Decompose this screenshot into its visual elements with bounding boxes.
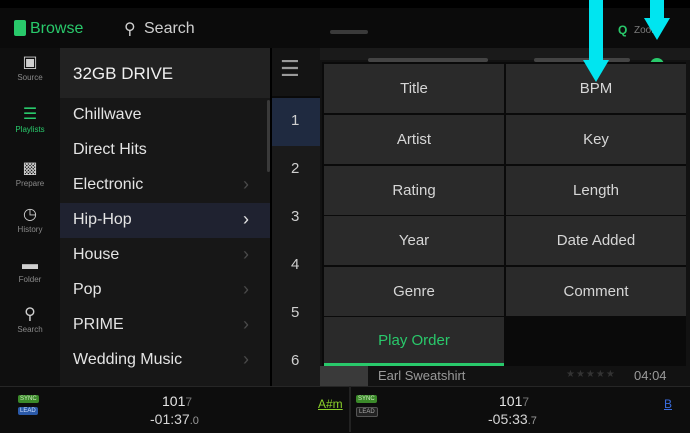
- track-row[interactable]: 5: [272, 290, 320, 340]
- playlist-item[interactable]: Electronic ›: [60, 168, 270, 203]
- callout-arrow-shaft: [650, 0, 664, 20]
- playlist-item[interactable]: House ›: [60, 238, 270, 273]
- lead-badge[interactable]: LEAD: [18, 407, 38, 415]
- right-deck-time: -05:33.7: [488, 411, 537, 427]
- playlist-scrollbar[interactable]: [267, 100, 270, 172]
- edit-list-icon[interactable]: ☰: [280, 56, 300, 82]
- right-deck-key: B: [664, 397, 673, 411]
- sort-option-comment[interactable]: Comment: [506, 267, 686, 316]
- sidebar-item-folder[interactable]: ▬ Folder: [0, 256, 60, 284]
- track-number-column: 1 2 3 4 5 6: [272, 48, 320, 388]
- sort-menu: Title BPM Artist Key Rating Length Year …: [322, 62, 686, 366]
- callout-arrow-shaft: [589, 0, 603, 62]
- track-artist: Earl Sweatshirt: [378, 368, 466, 383]
- search-button[interactable]: Search: [144, 20, 195, 38]
- deck-divider: [349, 386, 351, 432]
- playlist-item[interactable]: Direct Hits: [60, 133, 270, 168]
- track-duration: 04:04: [634, 368, 667, 383]
- browser-header: Browse ⚲ Search Q Zoom: [0, 8, 690, 48]
- playlist-icon: ☰: [22, 106, 38, 123]
- chevron-right-icon: ›: [243, 349, 249, 369]
- search-icon[interactable]: ⚲: [124, 19, 136, 39]
- history-clock-icon: ◷: [23, 206, 37, 223]
- chevron-right-icon: ›: [243, 244, 249, 264]
- browse-icon: [14, 20, 26, 36]
- chevron-right-icon: ›: [243, 174, 249, 194]
- prepare-icon: ▩: [22, 160, 38, 177]
- track-row[interactable]: 6: [272, 338, 320, 388]
- sort-option-date-added[interactable]: Date Added: [506, 216, 686, 265]
- search-icon: ⚲: [24, 306, 36, 323]
- sort-option-genre[interactable]: Genre: [324, 267, 504, 316]
- rating-stars-icon[interactable]: ★★★★★: [566, 369, 616, 380]
- playlist-item-selected[interactable]: Hip-Hop ›: [60, 203, 270, 238]
- track-row[interactable]: 2: [272, 146, 320, 196]
- callout-arrow-down-icon: [644, 18, 670, 40]
- drive-header[interactable]: 32GB DRIVE: [60, 48, 270, 98]
- playlist-item[interactable]: Wedding Music ›: [60, 343, 270, 378]
- deck-status-bar: SYNC LEAD 1017 -01:37.0 A#m SYNC LEAD 10…: [0, 386, 690, 433]
- album-art: [320, 366, 368, 386]
- sync-button[interactable]: SYNC: [18, 395, 39, 403]
- folder-icon: ▬: [22, 256, 38, 273]
- playlist-item[interactable]: Chillwave: [60, 98, 270, 133]
- right-deck-bpm: 1017: [499, 393, 530, 409]
- sidebar-item-history[interactable]: ◷ History: [0, 206, 60, 234]
- drive-label: 32GB DRIVE: [73, 64, 174, 83]
- sort-option-length[interactable]: Length: [506, 166, 686, 215]
- playlist-item[interactable]: Pop ›: [60, 273, 270, 308]
- drive-icon: ▣: [22, 54, 38, 71]
- sidebar-item-prepare[interactable]: ▩ Prepare: [0, 160, 60, 188]
- sort-option-title[interactable]: Title: [324, 64, 504, 113]
- sidebar-item-source[interactable]: ▣ Source: [0, 54, 60, 82]
- track-row[interactable]: 1: [272, 98, 320, 148]
- panel-grabber[interactable]: [330, 30, 368, 34]
- browse-tab[interactable]: Browse: [30, 20, 83, 38]
- sync-button[interactable]: SYNC: [356, 395, 377, 403]
- callout-arrow-down-icon: [583, 60, 609, 82]
- track-row[interactable]: 3: [272, 194, 320, 244]
- chevron-right-icon: ›: [243, 314, 249, 334]
- top-status-strip: [0, 0, 690, 8]
- chevron-right-icon: ›: [243, 279, 249, 299]
- left-deck-key: A#m: [318, 397, 343, 411]
- left-deck-time: -01:37.0: [150, 411, 199, 427]
- chevron-right-icon: ›: [243, 209, 249, 229]
- sort-option-artist[interactable]: Artist: [324, 115, 504, 164]
- left-deck-bpm: 1017: [162, 393, 193, 409]
- lead-badge[interactable]: LEAD: [356, 407, 378, 417]
- track-row[interactable]: 4: [272, 242, 320, 292]
- queue-icon[interactable]: Q: [618, 23, 627, 37]
- sort-option-year[interactable]: Year: [324, 216, 504, 265]
- sidebar-item-search[interactable]: ⚲ Search: [0, 306, 60, 334]
- playlist-item[interactable]: PRIME ›: [60, 308, 270, 343]
- playlist-panel: 32GB DRIVE Chillwave Direct Hits Electro…: [60, 48, 270, 386]
- sidebar-item-playlists[interactable]: ☰ Playlists: [0, 106, 60, 134]
- sidebar: ▣ Source ☰ Playlists ▩ Prepare ◷ History…: [0, 48, 60, 386]
- sort-option-key[interactable]: Key: [506, 115, 686, 164]
- sort-option-play-order[interactable]: Play Order: [324, 317, 504, 366]
- sort-option-rating[interactable]: Rating: [324, 166, 504, 215]
